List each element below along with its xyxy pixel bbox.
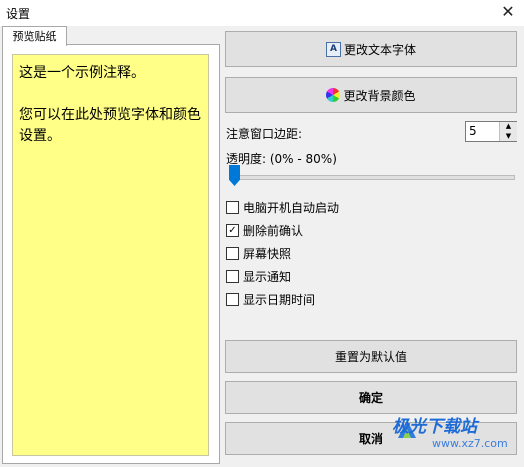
checkbox-show-datetime[interactable]: 显示日期时间 (226, 291, 315, 308)
checkbox-label: 显示日期时间 (243, 293, 316, 307)
change-background-button[interactable]: 更改背景颜色 (225, 77, 517, 113)
ok-button[interactable]: 确定 (225, 381, 517, 414)
checkbox-box[interactable] (226, 201, 239, 214)
watermark-name: 极光下载站 (392, 417, 477, 437)
checkbox-autostart[interactable]: 电脑开机自动启动 (226, 199, 339, 216)
window-title: 设置 (6, 7, 31, 21)
checkbox-notifications[interactable]: 显示通知 (226, 268, 291, 285)
reset-defaults-button[interactable]: 重置为默认值 (225, 340, 517, 373)
tab-preview-note[interactable]: 预览贴纸 (2, 26, 67, 46)
opacity-slider-track[interactable] (230, 175, 515, 180)
close-icon[interactable]: ✕ (496, 1, 520, 23)
color-wheel-icon (326, 88, 341, 102)
change-background-label: 更改背景颜色 (343, 88, 416, 103)
watermark-url: www.xz7.com (432, 437, 508, 450)
spin-down-icon[interactable]: ▼ (499, 131, 517, 141)
margin-spinbox[interactable]: 5 ▲ ▼ (465, 121, 517, 142)
opacity-slider-thumb[interactable] (229, 165, 240, 186)
title-bar (0, 0, 524, 26)
change-font-button[interactable]: A 更改文本字体 (225, 31, 517, 67)
checkbox-label: 显示通知 (243, 270, 292, 284)
checkbox-box[interactable] (226, 293, 239, 306)
margin-value[interactable]: 5 (469, 124, 477, 138)
checkbox-label: 屏幕快照 (243, 247, 292, 261)
checkbox-screenshot[interactable]: 屏幕快照 (226, 245, 291, 262)
font-icon: A (325, 41, 341, 57)
checkbox-label: 电脑开机自动启动 (243, 201, 340, 215)
change-font-label: 更改文本字体 (343, 42, 416, 57)
checkbox-box[interactable] (226, 247, 239, 260)
checkbox-box-checked[interactable]: ✓ (226, 224, 239, 237)
margin-label: 注意窗口边距: (226, 127, 303, 141)
checkbox-label: 删除前确认 (243, 224, 304, 238)
checkbox-box[interactable] (226, 270, 239, 283)
checkbox-confirm-delete[interactable]: ✓ 删除前确认 (226, 222, 303, 239)
note-preview: 这是一个示例注释。 您可以在此处预览字体和颜色设置。 (12, 54, 209, 456)
opacity-label: 透明度: (0% - 80%) (226, 152, 337, 166)
